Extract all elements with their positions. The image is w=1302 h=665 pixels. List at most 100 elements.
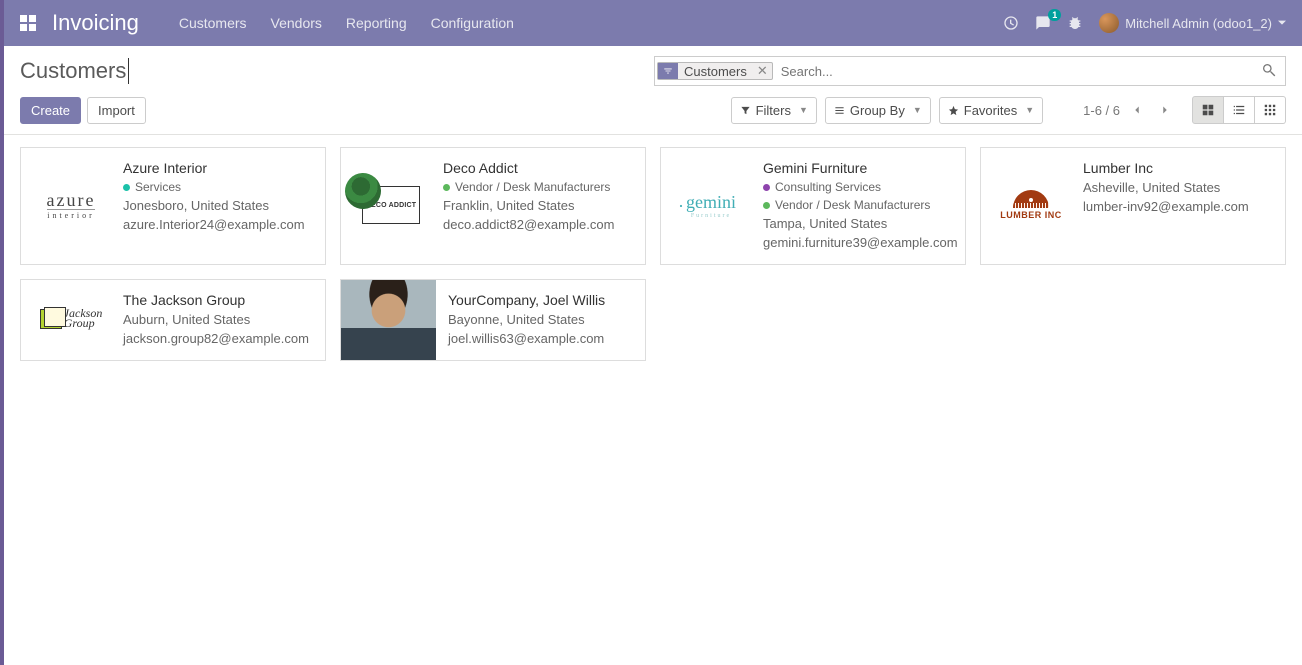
pager-value[interactable]: 1-6 / 6 <box>1083 103 1120 118</box>
card-logo: LUMBER INC <box>991 160 1071 250</box>
pager-next-icon[interactable] <box>1158 103 1172 117</box>
tag-label: Consulting Services <box>775 180 881 194</box>
card-location: Jonesboro, United States <box>123 198 305 213</box>
star-icon <box>948 105 959 116</box>
funnel-icon <box>740 105 751 116</box>
main-menu: Customers Vendors Reporting Configuratio… <box>179 15 514 31</box>
card-location: Franklin, United States <box>443 198 614 213</box>
view-list-button[interactable] <box>1224 96 1255 124</box>
tag: Vendor / Desk Manufacturers <box>443 180 614 194</box>
app-title[interactable]: Invoicing <box>52 10 139 36</box>
card-title: Gemini Furniture <box>763 160 958 176</box>
customer-card[interactable]: JacksonGroup The Jackson Group Auburn, U… <box>20 279 326 361</box>
avatar <box>1099 13 1119 33</box>
card-body: Gemini Furniture Consulting Services Ven… <box>763 160 958 250</box>
search-options: Filters▼ Group By▼ Favorites▼ <box>731 97 1044 124</box>
top-nav: Invoicing Customers Vendors Reporting Co… <box>4 0 1302 46</box>
customer-card[interactable]: LUMBER INC Lumber Inc Asheville, United … <box>980 147 1286 265</box>
menu-configuration[interactable]: Configuration <box>431 15 514 31</box>
facet-remove-icon[interactable]: ✕ <box>753 63 772 79</box>
customer-card[interactable]: YourCompany, Joel Willis Bayonne, United… <box>340 279 646 361</box>
card-body: Lumber Inc Asheville, United States lumb… <box>1083 160 1249 250</box>
menu-reporting[interactable]: Reporting <box>346 15 407 31</box>
tag: Vendor / Desk Manufacturers <box>763 198 958 212</box>
pager-prev-icon[interactable] <box>1130 103 1144 117</box>
card-body: YourCompany, Joel Willis Bayonne, United… <box>448 292 605 346</box>
debug-icon[interactable] <box>1067 15 1083 31</box>
card-email: azure.Interior24@example.com <box>123 217 305 232</box>
customer-card[interactable]: DECO ADDICT Deco Addict Vendor / Desk Ma… <box>340 147 646 265</box>
user-menu[interactable]: Mitchell Admin (odoo1_2) <box>1099 13 1286 33</box>
import-button[interactable]: Import <box>87 97 146 124</box>
kanban-icon <box>1201 103 1215 117</box>
user-name: Mitchell Admin (odoo1_2) <box>1125 16 1272 31</box>
card-email: deco.addict82@example.com <box>443 217 614 232</box>
list-icon <box>834 105 845 116</box>
activity-icon[interactable] <box>1003 15 1019 31</box>
favorites-dropdown[interactable]: Favorites▼ <box>939 97 1043 124</box>
view-kanban-button[interactable] <box>1192 96 1224 124</box>
menu-vendors[interactable]: Vendors <box>271 15 322 31</box>
card-body: Deco Addict Vendor / Desk Manufacturers … <box>443 160 614 250</box>
nav-icons: 1 Mitchell Admin (odoo1_2) <box>1003 13 1286 33</box>
grid-icon <box>1263 103 1277 117</box>
customer-card[interactable]: azureinterior Azure Interior Services Jo… <box>20 147 326 265</box>
card-body: The Jackson Group Auburn, United States … <box>123 292 309 346</box>
card-title: Lumber Inc <box>1083 160 1249 176</box>
card-location: Bayonne, United States <box>448 312 605 327</box>
search-box[interactable]: Customers ✕ <box>654 56 1286 86</box>
kanban-view: azureinterior Azure Interior Services Jo… <box>4 135 1302 373</box>
card-body: Azure Interior Services Jonesboro, Unite… <box>123 160 305 250</box>
messages-badge: 1 <box>1048 9 1061 21</box>
card-title: The Jackson Group <box>123 292 309 308</box>
filter-icon <box>658 63 678 79</box>
control-panel: Customers Customers ✕ Create Import Filt… <box>4 46 1302 135</box>
search-facet-label: Customers <box>678 64 753 79</box>
tag-label: Vendor / Desk Manufacturers <box>455 180 610 194</box>
card-location: Tampa, United States <box>763 216 958 231</box>
tag-label: Vendor / Desk Manufacturers <box>775 198 930 212</box>
tag: Services <box>123 180 305 194</box>
card-email: gemini.furniture39@example.com <box>763 235 958 250</box>
card-logo: DECO ADDICT <box>351 160 431 250</box>
card-logo: JacksonGroup <box>31 292 111 346</box>
caret-down-icon <box>1278 19 1286 27</box>
tag-dot-icon <box>443 184 450 191</box>
card-email: lumber-inv92@example.com <box>1083 199 1249 214</box>
pager: 1-6 / 6 <box>1083 103 1172 118</box>
view-switcher <box>1192 96 1286 124</box>
listview-icon <box>1232 103 1246 117</box>
tag-dot-icon <box>763 202 770 209</box>
contact-photo <box>341 280 436 360</box>
card-logo <box>341 280 436 360</box>
card-title: YourCompany, Joel Willis <box>448 292 605 308</box>
card-email: jackson.group82@example.com <box>123 331 309 346</box>
create-button[interactable]: Create <box>20 97 81 124</box>
messages-icon[interactable]: 1 <box>1035 15 1051 31</box>
card-email: joel.willis63@example.com <box>448 331 605 346</box>
menu-customers[interactable]: Customers <box>179 15 247 31</box>
tag-label: Services <box>135 180 181 194</box>
filters-dropdown[interactable]: Filters▼ <box>731 97 817 124</box>
search-icon[interactable] <box>1253 62 1285 81</box>
groupby-dropdown[interactable]: Group By▼ <box>825 97 931 124</box>
search-facet: Customers ✕ <box>657 62 773 80</box>
tag-dot-icon <box>763 184 770 191</box>
view-activity-button[interactable] <box>1255 96 1286 124</box>
logo-deco: DECO ADDICT <box>362 186 420 224</box>
search-input[interactable] <box>775 64 1253 79</box>
card-title: Deco Addict <box>443 160 614 176</box>
customer-card[interactable]: geminiFurniture Gemini Furniture Consult… <box>660 147 966 265</box>
card-location: Auburn, United States <box>123 312 309 327</box>
logo-azure: azureinterior <box>47 190 96 220</box>
tag-dot-icon <box>123 184 130 191</box>
apps-icon[interactable] <box>20 15 36 31</box>
breadcrumb: Customers <box>20 58 129 84</box>
logo-jackson: JacksonGroup <box>40 309 103 329</box>
logo-gemini: geminiFurniture <box>686 192 736 219</box>
tag: Consulting Services <box>763 180 958 194</box>
logo-lumber: LUMBER INC <box>1000 190 1062 220</box>
card-logo: geminiFurniture <box>671 160 751 250</box>
card-title: Azure Interior <box>123 160 305 176</box>
card-location: Asheville, United States <box>1083 180 1249 195</box>
